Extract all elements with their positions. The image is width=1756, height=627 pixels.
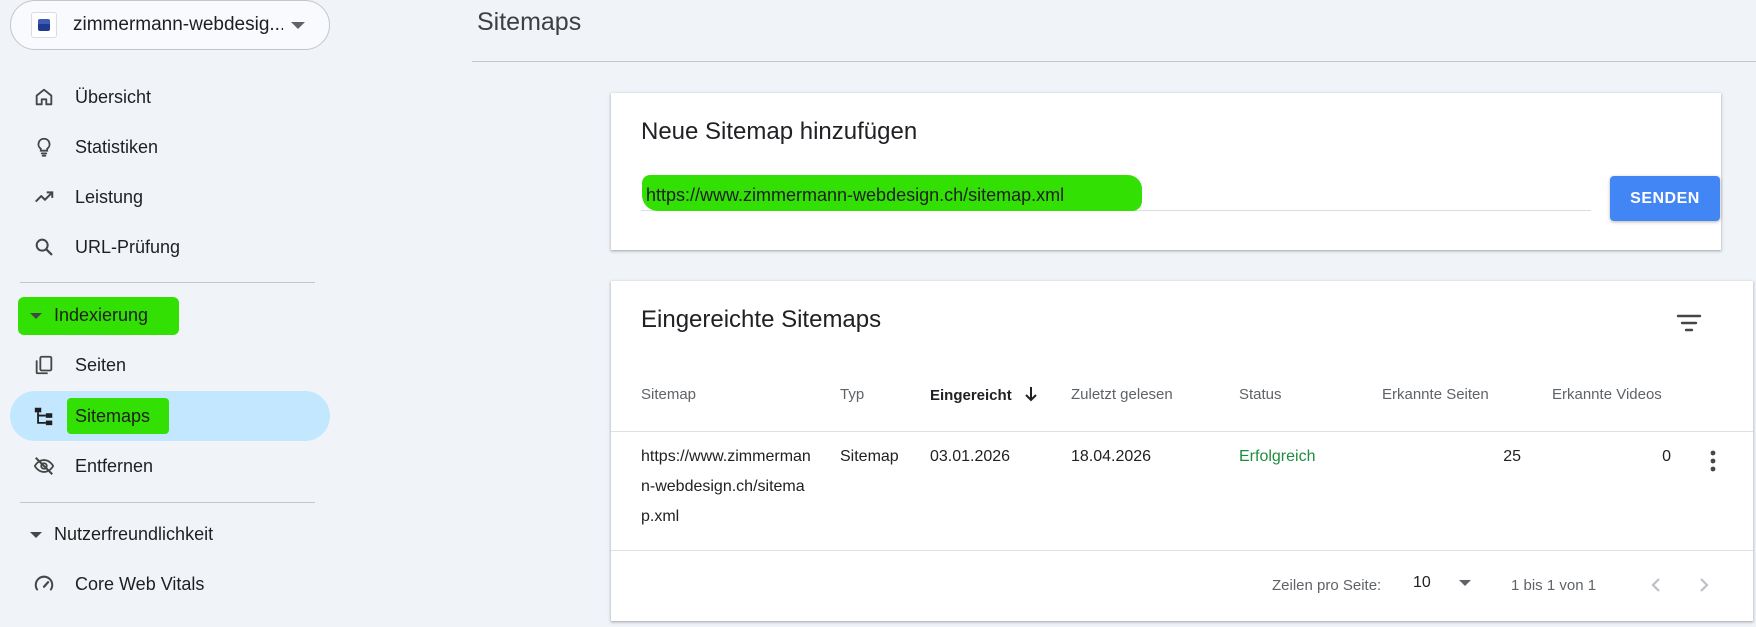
property-name: zimmermann-webdesig...	[73, 14, 283, 35]
site-favicon-icon	[31, 12, 57, 38]
column-header-pages[interactable]: Erkannte Seiten	[1382, 386, 1489, 403]
header-divider	[472, 61, 1756, 62]
column-header-status[interactable]: Status	[1239, 386, 1282, 403]
lightbulb-icon	[32, 135, 56, 159]
pagination-range: 1 bis 1 von 1	[1511, 577, 1597, 594]
row-divider	[611, 550, 1753, 551]
submitted-sitemaps-card: Eingereichte Sitemaps Sitemap Typ Einger…	[611, 281, 1753, 621]
nav-item-url-inspection[interactable]: URL-Prüfung	[10, 222, 330, 272]
more-options-icon[interactable]	[1703, 449, 1723, 473]
column-header-videos[interactable]: Erkannte Videos	[1552, 386, 1662, 403]
speed-gauge-icon	[32, 572, 56, 596]
column-header-last-read[interactable]: Zuletzt gelesen	[1071, 386, 1173, 403]
rows-per-page-select[interactable]: 10	[1413, 574, 1471, 592]
table-cell-sitemap-url[interactable]: https://www.zimmermann-webdesign.ch/site…	[641, 442, 811, 532]
section-label: Indexierung	[54, 305, 149, 325]
sitemap-url-field-wrap	[641, 175, 1591, 211]
nav-label: Sitemaps	[75, 405, 151, 426]
sidebar-divider	[20, 502, 315, 503]
nav-label: Seiten	[75, 354, 127, 375]
column-header-submitted[interactable]: Eingereicht	[930, 386, 1038, 404]
dropdown-caret-icon	[291, 21, 305, 29]
nav-label: Core Web Vitals	[75, 573, 205, 594]
column-header-type[interactable]: Typ	[840, 386, 864, 403]
nav-label: Leistung	[75, 186, 144, 207]
rows-per-page-label: Zeilen pro Seite:	[1272, 577, 1382, 594]
rows-per-page-value: 10	[1413, 574, 1431, 591]
header-row-divider	[611, 431, 1753, 432]
trending-up-icon	[32, 185, 56, 209]
table-cell-last-read: 18.04.2026	[1071, 448, 1152, 465]
nav-label: URL-Prüfung	[75, 236, 181, 257]
nav-item-overview[interactable]: Übersicht	[10, 72, 330, 122]
nav-label: Entfernen	[75, 455, 154, 476]
add-sitemap-title: Neue Sitemap hinzufügen	[641, 118, 918, 145]
sidebar-divider	[20, 282, 315, 283]
page-title: Sitemaps	[477, 8, 582, 36]
visibility-off-icon	[32, 454, 56, 478]
status-badge: Erfolgreich	[1239, 448, 1316, 465]
filter-icon[interactable]	[1675, 311, 1703, 335]
search-icon	[32, 235, 56, 259]
submitted-sitemaps-title: Eingereichte Sitemaps	[641, 306, 882, 333]
next-page-icon[interactable]	[1692, 573, 1716, 597]
sitemap-icon	[32, 404, 56, 428]
nav-item-removals[interactable]: Entfernen	[10, 441, 330, 491]
table-cell-submitted: 03.01.2026	[930, 448, 1011, 465]
column-header-label: Eingereicht	[930, 387, 1012, 404]
nav-label: Übersicht	[75, 86, 152, 107]
nav-label: Statistiken	[75, 136, 159, 157]
section-label: Nutzerfreundlichkeit	[54, 524, 214, 544]
sitemap-url-input[interactable]	[646, 181, 1586, 209]
column-header-sitemap[interactable]: Sitemap	[641, 386, 696, 403]
pages-icon	[32, 353, 56, 377]
nav-item-sitemaps[interactable]: Sitemaps	[10, 391, 330, 441]
send-button[interactable]: SENDEN	[1610, 176, 1720, 221]
chevron-down-icon	[1458, 580, 1471, 586]
section-indexing[interactable]: Indexierung	[30, 305, 148, 326]
sort-down-arrow-icon	[1025, 387, 1037, 402]
property-selector[interactable]: zimmermann-webdesig...	[10, 0, 330, 50]
collapse-triangle-icon	[30, 312, 42, 319]
add-sitemap-card: Neue Sitemap hinzufügen SENDEN	[611, 93, 1721, 250]
nav-item-performance[interactable]: Leistung	[10, 172, 330, 222]
nav-item-statistics[interactable]: Statistiken	[10, 122, 330, 172]
previous-page-icon[interactable]	[1644, 573, 1668, 597]
collapse-triangle-icon	[30, 531, 42, 538]
section-ux[interactable]: Nutzerfreundlichkeit	[30, 524, 213, 545]
table-cell-pages: 25	[1503, 448, 1521, 465]
table-cell-videos: 0	[1662, 448, 1671, 465]
home-icon	[32, 85, 56, 109]
table-cell-type: Sitemap	[840, 448, 899, 465]
nav-item-core-web-vitals[interactable]: Core Web Vitals	[10, 559, 330, 609]
sidebar: zimmermann-webdesig... Übersicht Statist…	[0, 0, 340, 627]
nav-item-pages[interactable]: Seiten	[10, 340, 330, 390]
